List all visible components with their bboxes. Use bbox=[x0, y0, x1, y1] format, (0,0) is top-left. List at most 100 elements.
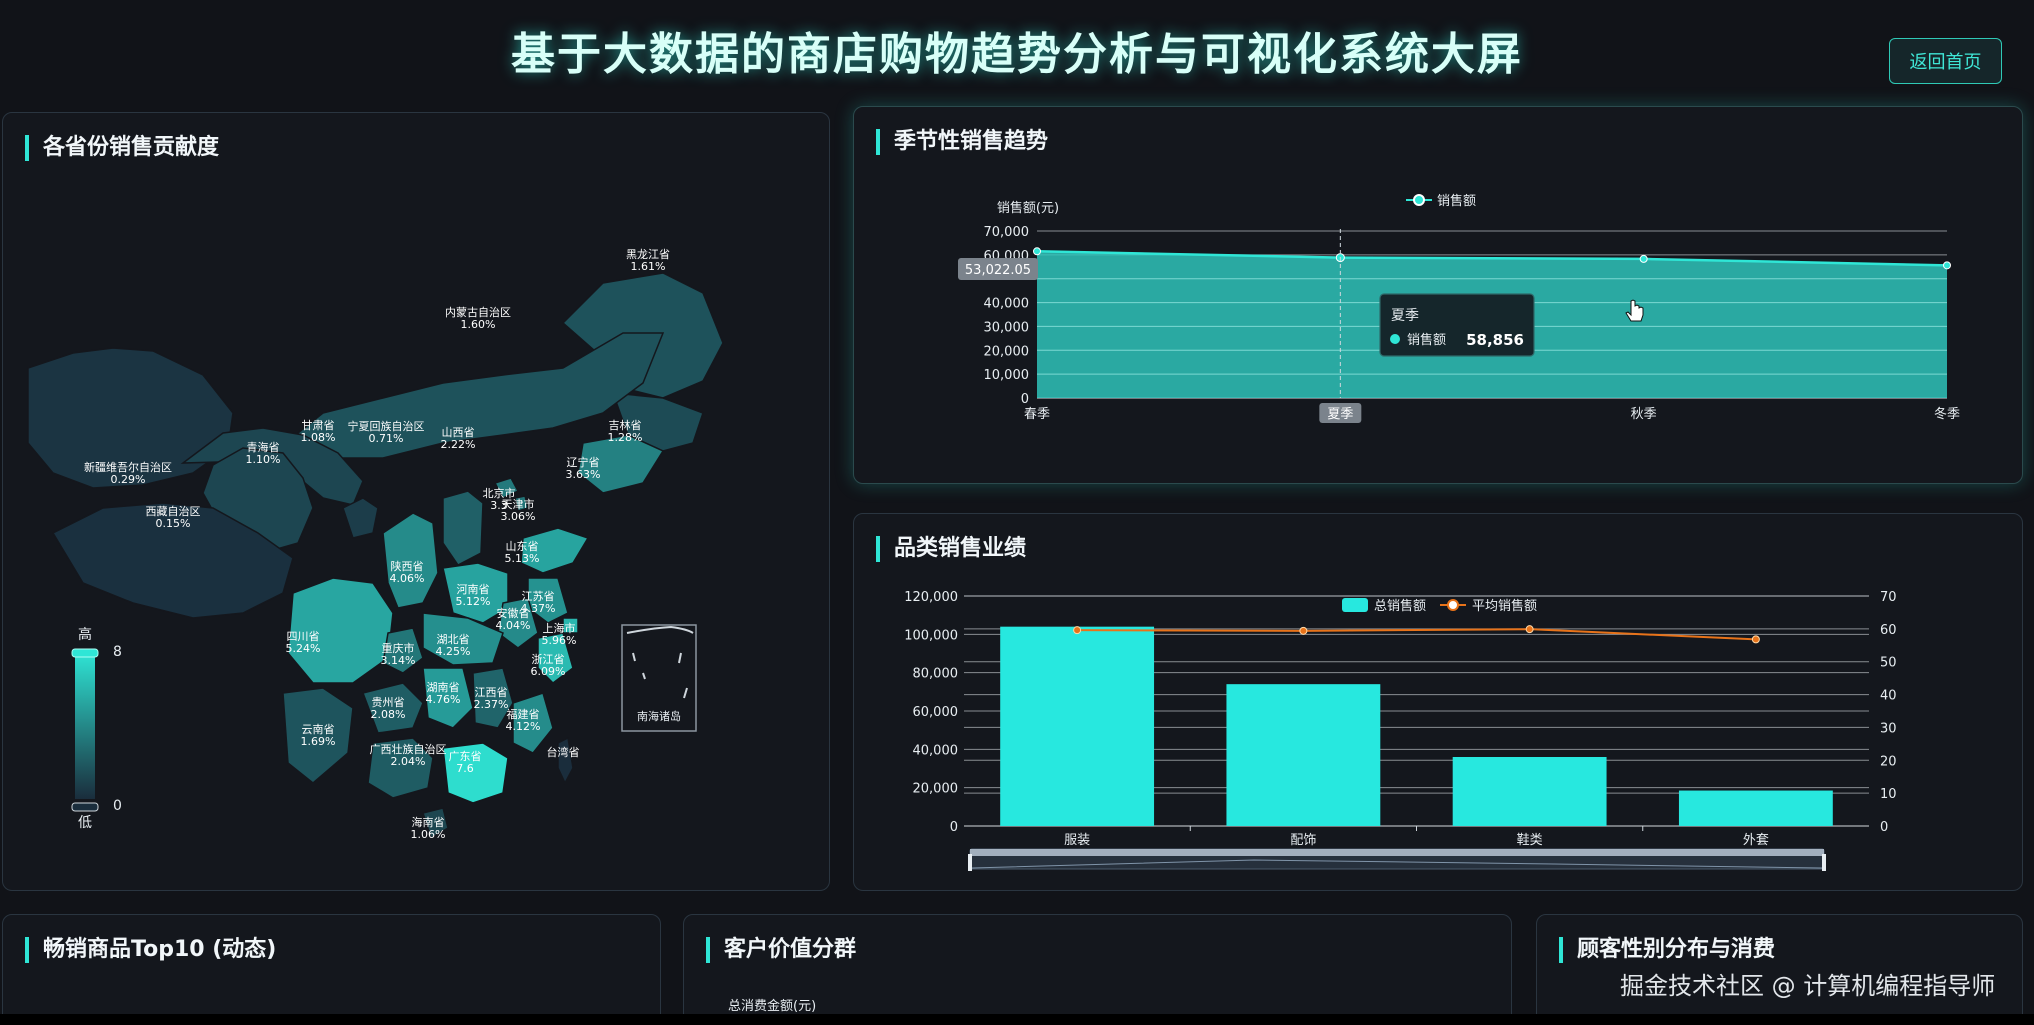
map-region-name: 陕西省 bbox=[391, 559, 424, 573]
map-region-value: 0.15% bbox=[156, 517, 191, 530]
map-region-value: 4.25% bbox=[436, 645, 471, 658]
map-region-value: 1.69% bbox=[301, 735, 336, 748]
tooltip-value: 58,856 bbox=[1466, 331, 1524, 349]
map-region-value: 1.08% bbox=[301, 431, 336, 444]
category-y-right-tick: 10 bbox=[1880, 787, 1897, 802]
legend-gradient-bar bbox=[75, 651, 95, 799]
map-region-value: 2.22% bbox=[441, 438, 476, 451]
map-region-name: 新疆维吾尔自治区 bbox=[84, 460, 172, 474]
south-sea-islands bbox=[626, 625, 694, 699]
seasonal-tooltip: 夏季销售额 58,856 bbox=[1379, 293, 1535, 357]
category-legend[interactable]: 总销售额 平均销售额 bbox=[1342, 598, 1537, 614]
map-region-name: 台湾省 bbox=[547, 745, 580, 759]
category-bar[interactable] bbox=[1226, 684, 1381, 826]
average-sales-point[interactable] bbox=[1751, 635, 1760, 644]
seasonal-point[interactable] bbox=[1639, 254, 1648, 263]
seasonal-y-tick: 70,000 bbox=[984, 225, 1030, 240]
category-bar[interactable] bbox=[1000, 626, 1155, 826]
map-region-value: 2.08% bbox=[371, 708, 406, 721]
map-region[interactable] bbox=[442, 490, 484, 566]
category-y-left-tick: 0 bbox=[950, 820, 958, 835]
map-region-name: 广西壮族自治区 bbox=[370, 742, 447, 756]
seasonal-line-chart[interactable]: 销售额销售额(元)010,00020,00030,00040,00060,000… bbox=[854, 107, 2024, 485]
seasonal-point[interactable] bbox=[1033, 247, 1041, 256]
category-y-right-tick: 70 bbox=[1880, 590, 1897, 605]
average-sales-point[interactable] bbox=[1073, 626, 1082, 635]
category-x-tick: 外套 bbox=[1743, 832, 1769, 848]
map-region-value: 5.96% bbox=[542, 634, 577, 647]
map-region-name: 内蒙古自治区 bbox=[445, 305, 511, 319]
average-sales-point[interactable] bbox=[1525, 625, 1534, 634]
legend-bottom-handle[interactable] bbox=[71, 802, 99, 812]
seasonal-x-tick: 春季 bbox=[1024, 407, 1050, 422]
china-map: 黑龙江省1.61%吉林省1.28%辽宁省3.63%内蒙古自治区1.60%新疆维吾… bbox=[27, 248, 724, 841]
legend-max-value: 8 bbox=[113, 644, 122, 660]
map-region-value: 5.13% bbox=[505, 552, 540, 565]
map-region-value: 1.10% bbox=[246, 453, 281, 466]
map-region-value: 3.06% bbox=[501, 510, 536, 523]
seasonal-legend[interactable]: 销售额 bbox=[1406, 193, 1476, 209]
category-bar[interactable] bbox=[1678, 790, 1833, 826]
category-y-left-tick: 20,000 bbox=[913, 782, 959, 797]
category-y-left-tick: 80,000 bbox=[913, 667, 959, 682]
map-region-value: 2.37% bbox=[474, 698, 509, 711]
category-x-tick: 鞋类 bbox=[1517, 832, 1543, 848]
category-y-left-tick: 60,000 bbox=[913, 705, 959, 720]
map-region-value: 3.63% bbox=[566, 468, 601, 481]
map-region-name: 海南省 bbox=[412, 815, 445, 829]
category-y-left-tick: 120,000 bbox=[904, 590, 958, 605]
seasonal-legend-label: 销售额 bbox=[1437, 193, 1476, 209]
legend-min-value: 0 bbox=[113, 798, 122, 814]
customer-axis-label: 总消费金额(元) bbox=[728, 999, 817, 1014]
map-region-name: 重庆市 bbox=[382, 641, 415, 655]
map-region-value: 1.60% bbox=[461, 318, 496, 331]
zoom-left-handle[interactable] bbox=[968, 854, 972, 871]
category-y-right-tick: 30 bbox=[1880, 721, 1897, 736]
category-y-left-tick: 40,000 bbox=[913, 743, 959, 758]
map-region-name: 青海省 bbox=[247, 440, 280, 454]
map-region-value: 1.06% bbox=[411, 828, 446, 841]
seasonal-point[interactable] bbox=[1943, 261, 1951, 270]
category-y-left-tick: 100,000 bbox=[904, 628, 958, 643]
seasonal-x-tick: 秋季 bbox=[1631, 407, 1657, 422]
category-bar[interactable] bbox=[1452, 757, 1607, 826]
legend-top-handle[interactable] bbox=[71, 648, 99, 658]
page-title: 基于大数据的商店购物趋势分析与可视化系统大屏 bbox=[511, 29, 1523, 80]
category-x-tick: 配饰 bbox=[1290, 833, 1316, 848]
zoom-right-handle[interactable] bbox=[1822, 854, 1826, 871]
map-region[interactable] bbox=[557, 736, 574, 785]
average-sales-point[interactable] bbox=[1299, 626, 1308, 635]
seasonal-y-tick: 30,000 bbox=[984, 320, 1030, 335]
legend-high-label: 高 bbox=[78, 626, 92, 643]
map-region-value: 0.29% bbox=[111, 473, 146, 486]
legend-low-label: 低 bbox=[78, 815, 92, 831]
legend-average-sales: 平均销售额 bbox=[1472, 598, 1537, 614]
map-region-value: 4.76% bbox=[426, 693, 461, 706]
seasonal-y-tick: 0 bbox=[1021, 392, 1029, 407]
category-y-right-tick: 60 bbox=[1880, 623, 1897, 638]
seasonal-x-tick: 冬季 bbox=[1934, 406, 1960, 422]
seasonal-y-tick: 10,000 bbox=[984, 368, 1030, 383]
map-region-value: 5.12% bbox=[456, 595, 491, 608]
top10-panel: 畅销商品Top10 (动态) bbox=[2, 914, 661, 1025]
category-bar-chart[interactable]: 0 20,000 40,000 60,000 80,000 100,000 120,000 0… bbox=[854, 514, 2024, 892]
map-region-name: 福建省 bbox=[507, 707, 540, 721]
bottom-bar bbox=[0, 1014, 2034, 1025]
category-y-right-tick: 40 bbox=[1880, 689, 1897, 704]
map-region-name: 上海市 bbox=[543, 621, 576, 635]
map-region-value: 3.14% bbox=[381, 654, 416, 667]
y-pointer-value: 53,022.05 bbox=[965, 263, 1031, 278]
map-region-value: 1.28% bbox=[608, 431, 643, 444]
map-region-name: 吉林省 bbox=[609, 418, 642, 432]
map-region-value: 5.24% bbox=[286, 642, 321, 655]
watermark: 掘金技术社区 @ 计算机编程指导师 bbox=[1620, 972, 1996, 1000]
category-x-tick: 服装 bbox=[1064, 833, 1090, 848]
category-y-right-tick: 20 bbox=[1880, 754, 1897, 769]
map-region-value: 4.04% bbox=[496, 619, 531, 632]
seasonal-x-tick: 夏季 bbox=[1327, 407, 1353, 422]
map-region-value: 6.09% bbox=[531, 665, 566, 678]
map-region-value: 4.06% bbox=[390, 572, 425, 585]
category-panel: 品类销售业绩 0 20,000 40,000 60,000 80,000 100,000 1… bbox=[853, 513, 2023, 891]
data-zoom-slider[interactable] bbox=[968, 848, 1826, 871]
back-home-button[interactable]: 返回首页 bbox=[1889, 38, 2002, 84]
